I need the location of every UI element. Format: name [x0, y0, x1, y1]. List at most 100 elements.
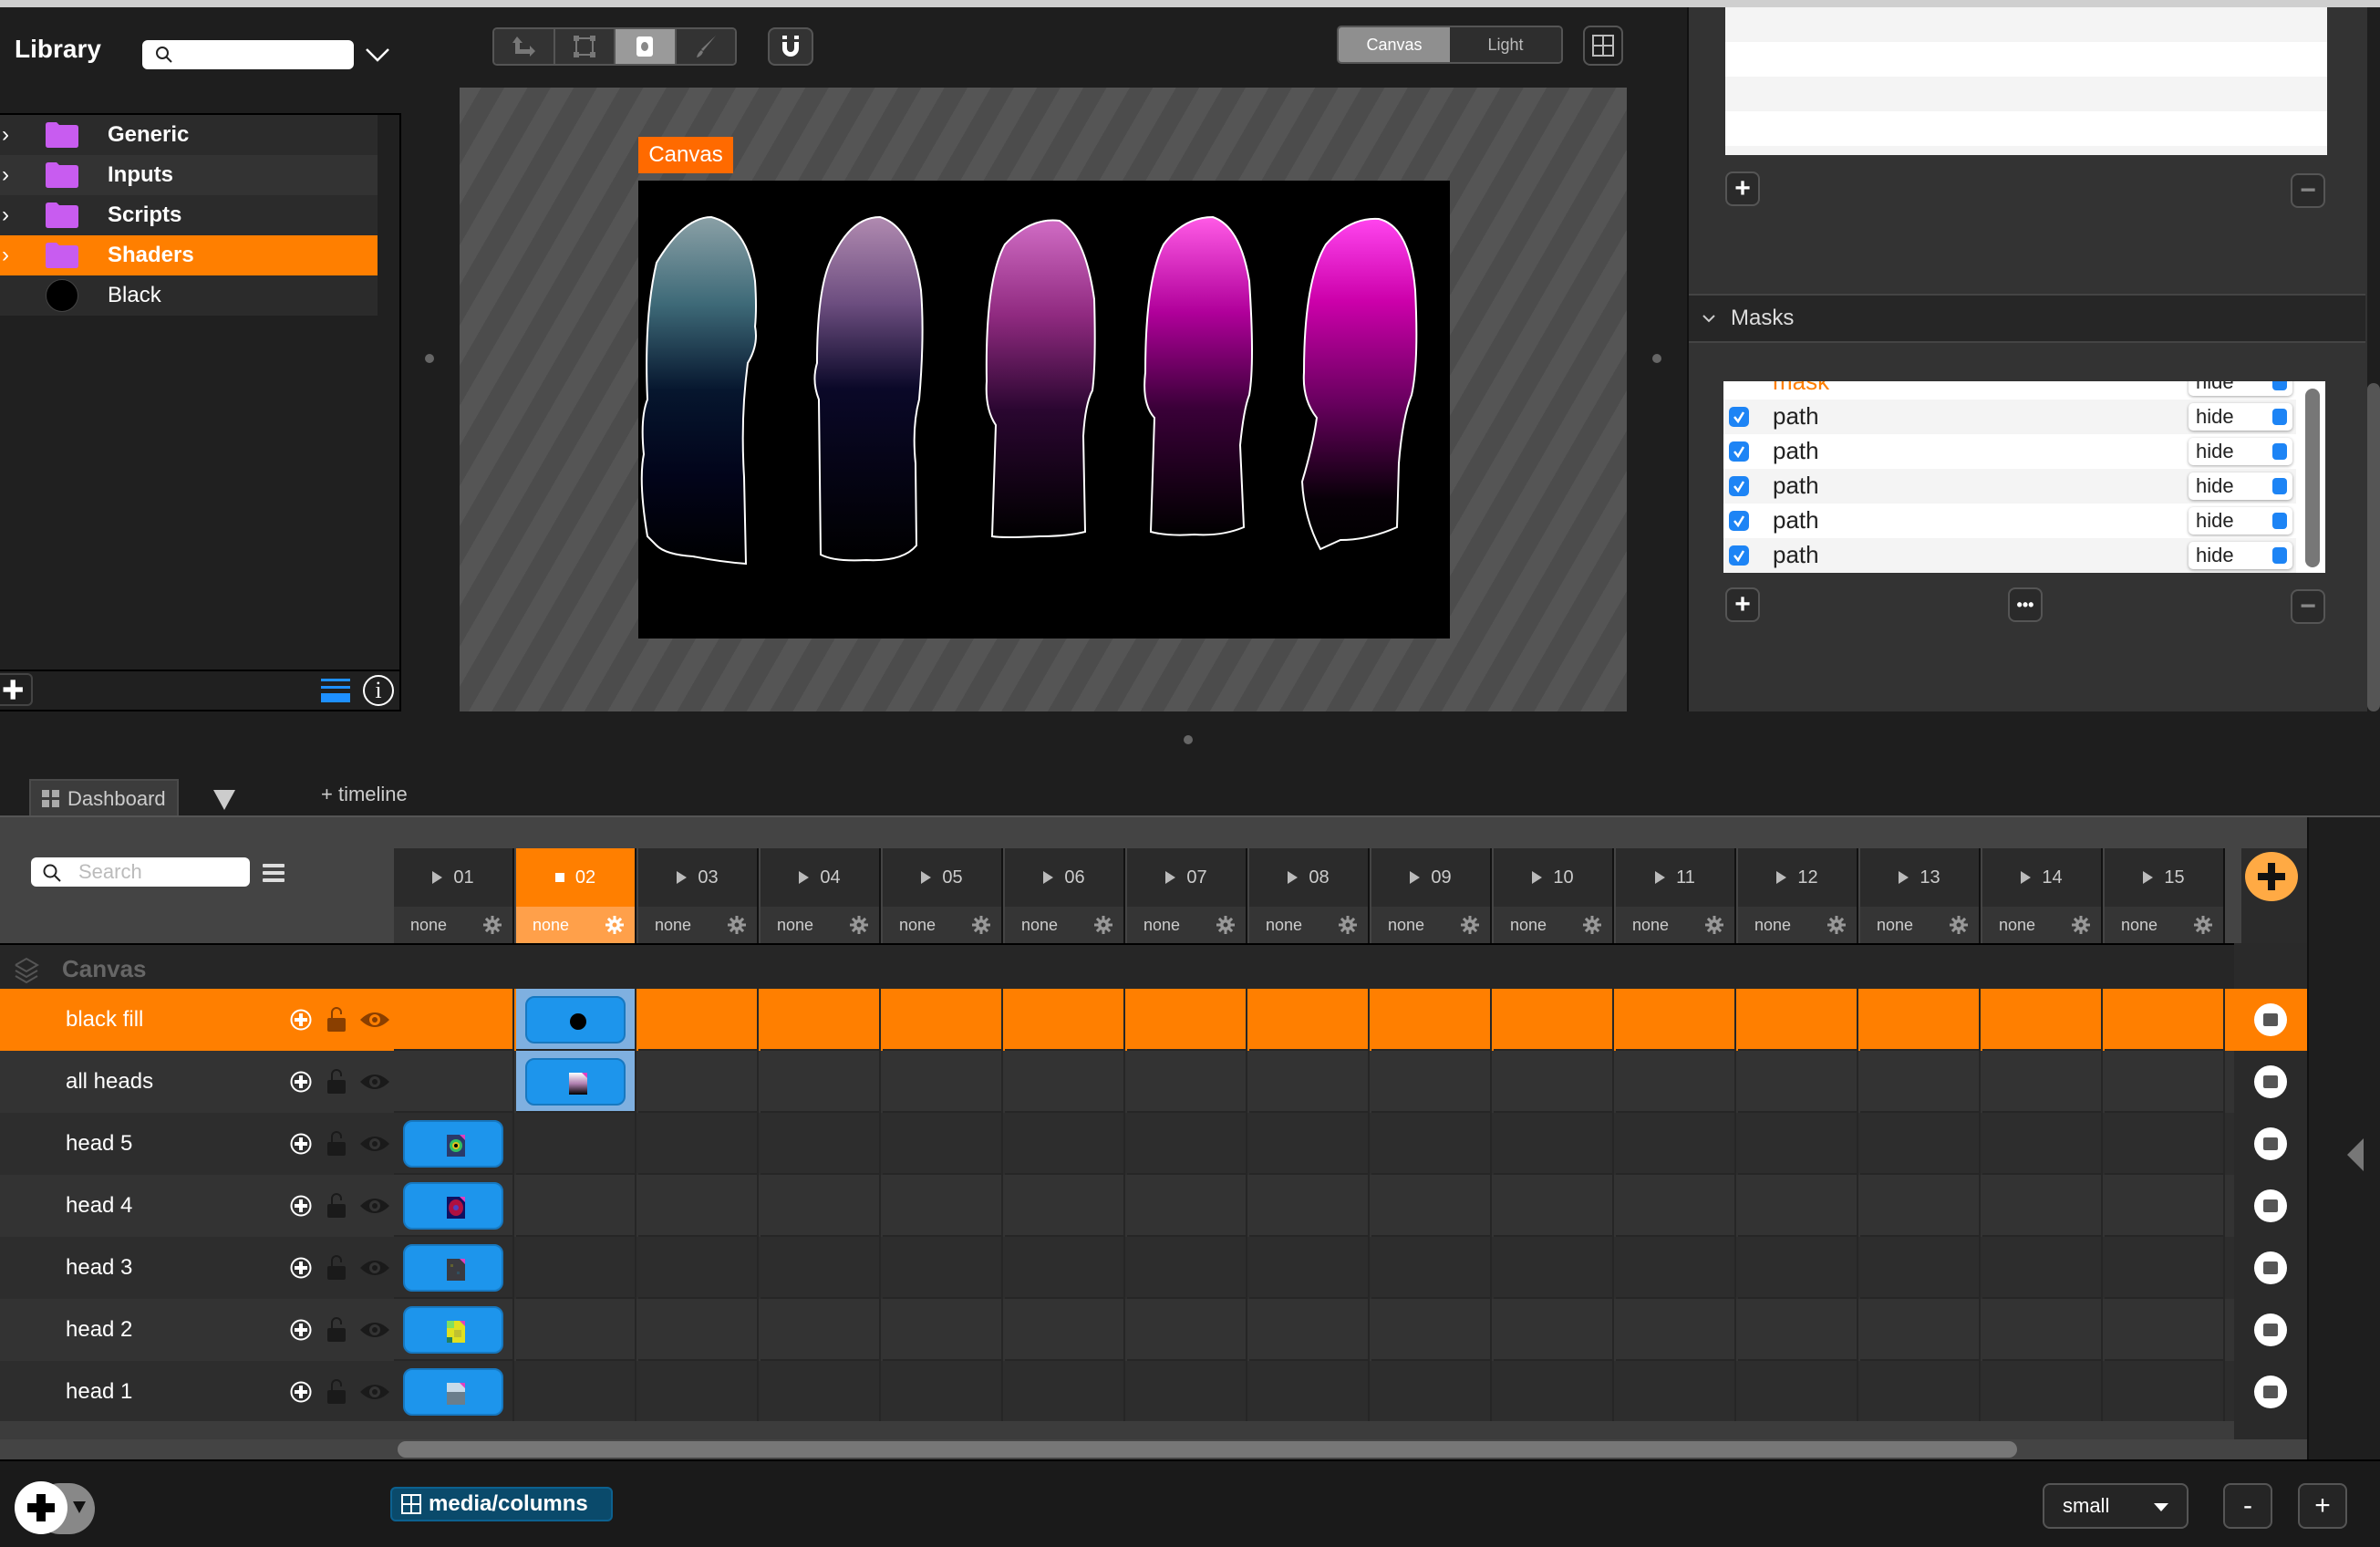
clip-cell[interactable] [1982, 1299, 2103, 1361]
clip-cell[interactable] [1249, 1175, 1370, 1237]
inspector-list[interactable] [1725, 7, 2327, 155]
layer-row[interactable]: head 5 [0, 1113, 2307, 1175]
mask-enabled-checkbox[interactable] [1729, 476, 1749, 496]
clip-cell[interactable] [1127, 1237, 1247, 1299]
eye-icon[interactable] [359, 1009, 390, 1031]
column-transition[interactable]: none [1510, 916, 1547, 935]
gear-icon[interactable] [1461, 916, 1479, 934]
column-header-06[interactable]: 06 none [1005, 848, 1125, 943]
tab-dashboard[interactable]: Dashboard [29, 779, 179, 817]
play-icon[interactable] [1532, 871, 1543, 884]
clip-cell[interactable] [1494, 1175, 1614, 1237]
clip[interactable] [403, 1306, 503, 1354]
clip-cell[interactable] [394, 1299, 514, 1361]
layer-name-cell[interactable]: head 4 [0, 1175, 392, 1237]
size-select[interactable]: small [2043, 1483, 2189, 1529]
clip-cell[interactable] [1982, 1237, 2103, 1299]
lock-open-icon[interactable] [326, 1191, 347, 1219]
clip-cell[interactable] [516, 1299, 636, 1361]
layout-grid-button[interactable] [1583, 26, 1623, 66]
column-transition[interactable]: none [533, 916, 569, 935]
clip[interactable] [403, 1244, 503, 1292]
gear-icon[interactable] [2072, 916, 2090, 934]
clip-cell[interactable] [2105, 1361, 2225, 1423]
gear-icon[interactable] [1583, 916, 1601, 934]
add-circle-icon[interactable] [290, 1319, 312, 1341]
add-circle-icon[interactable] [290, 1257, 312, 1279]
layer-search-input[interactable]: Search [31, 857, 250, 887]
clip-cell[interactable] [1494, 1051, 1614, 1113]
clip-cell[interactable] [2105, 1237, 2225, 1299]
clip-cell[interactable] [1005, 1299, 1125, 1361]
mask-mode-select[interactable]: hide [2189, 438, 2292, 465]
mask-row[interactable]: path hide [1723, 400, 2296, 434]
eye-icon[interactable] [359, 1381, 390, 1403]
layer-stop-button[interactable] [2254, 1313, 2287, 1346]
clip-cell[interactable] [883, 1175, 1003, 1237]
clip-cell[interactable] [1371, 1299, 1492, 1361]
gear-icon[interactable] [1216, 916, 1235, 934]
clip-cell[interactable] [883, 1361, 1003, 1423]
clip[interactable] [525, 996, 626, 1043]
clip-cell[interactable] [761, 1299, 881, 1361]
lock-open-icon[interactable] [326, 1129, 347, 1157]
column-transition[interactable]: none [1999, 916, 2035, 935]
clip-cell[interactable] [638, 1113, 759, 1175]
eye-icon[interactable] [359, 1319, 390, 1341]
layer-name-cell[interactable]: head 1 [0, 1361, 392, 1423]
lock-open-icon[interactable] [326, 1253, 347, 1281]
masks-scrollbar[interactable] [2305, 389, 2320, 567]
clip-cell[interactable] [1616, 1361, 1736, 1423]
clip-cell[interactable] [1982, 1051, 2103, 1113]
layer-name-cell[interactable]: head 3 [0, 1237, 392, 1299]
zoom-out-button[interactable]: - [2223, 1483, 2272, 1529]
info-icon[interactable]: i [363, 675, 394, 706]
gear-icon[interactable] [850, 916, 868, 934]
clip-cell[interactable] [883, 1299, 1003, 1361]
eye-icon[interactable] [359, 1071, 390, 1093]
eye-icon[interactable] [359, 1257, 390, 1279]
clip-cell[interactable] [1616, 989, 1736, 1051]
lock-open-icon[interactable] [326, 1067, 347, 1095]
column-transition[interactable]: none [777, 916, 813, 935]
layer-stop-button[interactable] [2254, 1376, 2287, 1408]
play-icon[interactable] [1655, 871, 1666, 884]
column-header-12[interactable]: 12 none [1738, 848, 1858, 943]
mask-mode-select[interactable]: hide [2189, 542, 2292, 569]
mask-mode-select[interactable]: hide [2189, 507, 2292, 535]
layer-stop-button[interactable] [2254, 1127, 2287, 1160]
clip-cell[interactable] [1005, 1051, 1125, 1113]
column-header-14[interactable]: 14 none [1982, 848, 2103, 943]
clip-cell[interactable] [1860, 1051, 1981, 1113]
column-header-03[interactable]: 03 none [638, 848, 759, 943]
clip-cell[interactable] [1371, 989, 1492, 1051]
clip-cell[interactable] [1127, 1361, 1247, 1423]
masks-list[interactable]: mask hide path hide path hide path hide path hi… [1723, 381, 2325, 573]
gear-icon[interactable] [605, 916, 624, 934]
media-columns-button[interactable]: media/columns [390, 1487, 613, 1521]
clip-cell[interactable] [761, 1175, 881, 1237]
mask-row[interactable]: path hide [1723, 538, 2296, 573]
layer-name-cell[interactable]: head 2 [0, 1299, 392, 1361]
column-header-13[interactable]: 13 none [1860, 848, 1981, 943]
play-icon[interactable] [432, 871, 443, 884]
view-canvas-button[interactable]: Canvas [1339, 27, 1450, 62]
add-circle-icon[interactable] [290, 1381, 312, 1403]
add-circle-icon[interactable] [290, 1133, 312, 1155]
column-header-01[interactable]: 01 none [394, 848, 514, 943]
chevron-right-icon[interactable]: › [2, 122, 16, 148]
dashboard-menu-triangle-icon[interactable] [213, 790, 235, 810]
clip-cell[interactable] [1616, 1175, 1736, 1237]
play-icon[interactable] [1165, 871, 1176, 884]
column-header-15[interactable]: 15 none [2105, 848, 2225, 943]
gear-icon[interactable] [728, 916, 746, 934]
clip-cell[interactable] [1371, 1361, 1492, 1423]
layer-row[interactable]: all heads [0, 1051, 2307, 1113]
play-icon[interactable] [1776, 871, 1787, 884]
library-item-inputs[interactable]: › Inputs [0, 155, 378, 195]
layer-row[interactable]: head 4 [0, 1175, 2307, 1237]
snap-magnet-button[interactable] [768, 27, 813, 66]
chevron-right-icon[interactable]: › [2, 162, 16, 188]
play-icon[interactable] [2143, 871, 2154, 884]
brush-tool-button[interactable] [676, 29, 735, 64]
